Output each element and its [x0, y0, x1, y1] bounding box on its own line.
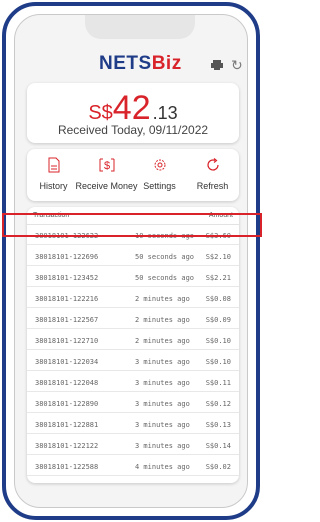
transaction-amount: S$0.09	[205, 316, 231, 324]
document-icon	[48, 157, 59, 173]
phone-notch	[85, 15, 195, 39]
transaction-row[interactable]: 38018101-122890 3 minutes ago S$0.12	[27, 393, 239, 413]
refresh-icon	[206, 158, 219, 171]
transaction-amount: S$0.13	[205, 421, 231, 429]
transaction-row[interactable]: 38018101-122034 3 minutes ago S$0.10	[27, 351, 239, 371]
gear-icon	[154, 159, 165, 171]
transaction-time: 2 minutes ago	[135, 316, 190, 324]
logo-nets: NETS	[99, 53, 152, 74]
transaction-id: 38018101-122216	[35, 295, 99, 303]
column-transaction: Transaction	[33, 212, 70, 219]
transaction-id: 38018101-122048	[35, 379, 99, 387]
phone-frame: NETSBiz ↻ S$42.13 Received Today, 09/11/…	[2, 2, 260, 520]
transaction-id: 38018101-122881	[35, 421, 99, 429]
transaction-time: 3 minutes ago	[135, 358, 190, 366]
action-bar: History $ Receive Money Settings Refresh	[27, 149, 239, 201]
received-date: Received Today, 09/11/2022	[57, 123, 209, 137]
transaction-row[interactable]: 38018101-122122 3 minutes ago S$0.14	[27, 435, 239, 455]
transaction-row[interactable]: 38018101-122710 2 minutes ago S$0.10	[27, 330, 239, 350]
transaction-id: 38018101-122622	[35, 232, 99, 240]
transaction-id: 38018101-122890	[35, 400, 99, 408]
transaction-id: 38018101-122696	[35, 253, 99, 261]
amount-decimal: .13	[152, 103, 178, 123]
transaction-amount: S$2.10	[205, 253, 231, 261]
refresh-icon[interactable]: ↻	[231, 57, 243, 74]
transaction-time: 10 seconds ago	[135, 232, 195, 240]
transaction-row[interactable]: 38018101-122567 2 minutes ago S$0.09	[27, 309, 239, 329]
transaction-row[interactable]: 38018101-122622 10 seconds ago S$3.60	[27, 225, 239, 245]
printer-icon[interactable]	[211, 59, 223, 71]
svg-text:$: $	[103, 160, 109, 172]
transaction-amount: S$0.08	[205, 295, 231, 303]
transaction-time: 3 minutes ago	[135, 421, 190, 429]
logo-biz: Biz	[151, 53, 182, 74]
transaction-time: 4 minutes ago	[135, 463, 190, 471]
transaction-list: Transaction Amount 38018101-122622 10 sec…	[27, 207, 239, 483]
transaction-amount: S$0.14	[205, 442, 231, 450]
transaction-amount: S$0.10	[205, 358, 231, 366]
transaction-list-header: Transaction Amount	[27, 207, 239, 225]
transaction-time: 2 minutes ago	[135, 337, 190, 345]
netsbiz-logo: NETSBiz	[99, 53, 182, 75]
transaction-id: 38018101-123452	[35, 274, 99, 282]
app-screen: NETSBiz ↻ S$42.13 Received Today, 09/11/…	[14, 14, 248, 508]
dollar-icon: $	[99, 158, 114, 172]
transaction-amount: S$0.10	[205, 337, 231, 345]
transaction-id: 38018101-122588	[35, 463, 99, 471]
currency-symbol: S$	[88, 102, 113, 124]
transaction-row[interactable]: 38018101-122696 50 seconds ago S$2.10	[27, 246, 239, 266]
transaction-amount: S$0.11	[205, 379, 231, 387]
amount-integer: 42	[112, 89, 151, 127]
transaction-time: 2 minutes ago	[135, 295, 190, 303]
transaction-time: 50 seconds ago	[135, 274, 195, 282]
transaction-time: 3 minutes ago	[135, 442, 190, 450]
today-summary-card: S$42.13 Received Today, 09/11/2022	[27, 83, 239, 143]
transaction-row[interactable]: 38018101-122216 2 minutes ago S$0.08	[27, 288, 239, 308]
transaction-id: 38018101-122034	[35, 358, 99, 366]
app-header: NETSBiz ↻	[15, 53, 247, 77]
transaction-time: 50 seconds ago	[135, 253, 195, 261]
receive-money-label: Receive Money	[75, 181, 138, 191]
transaction-amount: S$0.12	[205, 400, 231, 408]
transaction-id: 38018101-122710	[35, 337, 99, 345]
transaction-row[interactable]: 38018101-122881 3 minutes ago S$0.13	[27, 414, 239, 434]
transaction-amount: S$3.60	[205, 232, 231, 240]
refresh-label: Refresh	[196, 181, 229, 191]
transaction-id: 38018101-122122	[35, 442, 99, 450]
history-button[interactable]: History	[27, 149, 80, 201]
transaction-id: 38018101-122567	[35, 316, 99, 324]
settings-button[interactable]: Settings	[133, 149, 186, 201]
transaction-time: 3 minutes ago	[135, 400, 190, 408]
column-amount: Amount	[208, 212, 233, 219]
transaction-amount: S$0.02	[205, 463, 231, 471]
receive-money-button[interactable]: $ Receive Money	[75, 149, 138, 201]
refresh-button[interactable]: Refresh	[186, 149, 239, 201]
transaction-row[interactable]: 38018101-122588 4 minutes ago S$0.02	[27, 456, 239, 476]
transaction-row[interactable]: 38018101-122048 3 minutes ago S$0.11	[27, 372, 239, 392]
transaction-row[interactable]: 38018101-123452 50 seconds ago S$2.21	[27, 267, 239, 287]
transaction-time: 3 minutes ago	[135, 379, 190, 387]
settings-label: Settings	[143, 181, 176, 191]
transaction-amount: S$2.21	[205, 274, 231, 282]
